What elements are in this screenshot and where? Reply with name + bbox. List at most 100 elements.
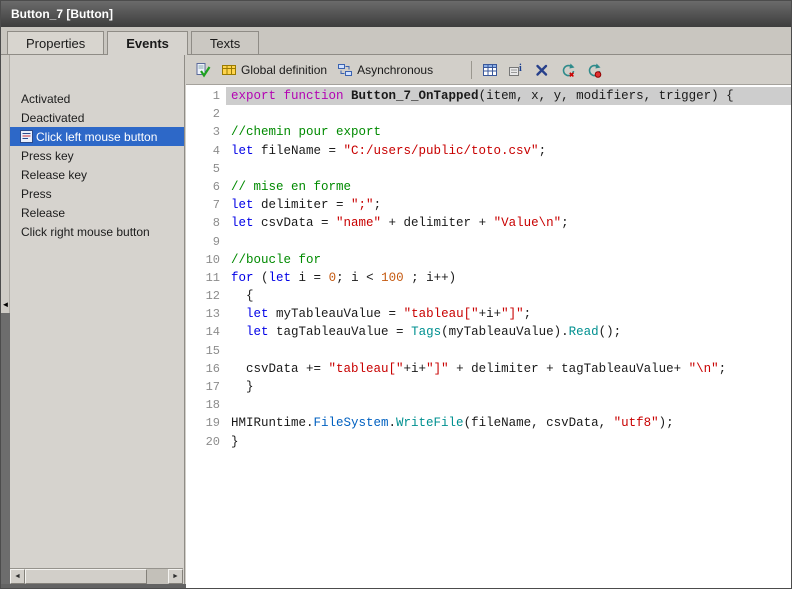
code-line-13[interactable]: 13 let myTableauValue = "tableau["+i+"]"… [186, 305, 791, 323]
line-number: 17 [186, 378, 226, 396]
insert-instruction-icon: i [508, 62, 524, 78]
global-definition-icon [221, 62, 237, 78]
code-text: // mise en forme [226, 178, 791, 196]
global-definition-label: Global definition [241, 63, 327, 77]
content-area: ◄ Activated Deactivated Click left mouse b… [1, 55, 791, 588]
scrollbar-thumb[interactable] [25, 569, 147, 584]
asynchronous-button[interactable]: Asynchronous [333, 60, 437, 80]
event-item-label: Deactivated [21, 111, 84, 125]
scrollbar-track[interactable] [147, 569, 168, 584]
pane-collapse-strip: ◄ [1, 55, 10, 588]
synchronize-icon [586, 62, 602, 78]
code-line-20[interactable]: 20} [186, 433, 791, 451]
code-line-16[interactable]: 16 csvData += "tableau["+i+"]" + delimit… [186, 360, 791, 378]
code-text [226, 396, 791, 414]
code-line-19[interactable]: 19HMIRuntime.FileSystem.WriteFile(fileNa… [186, 414, 791, 432]
code-line-17[interactable]: 17 } [186, 378, 791, 396]
code-line-15[interactable]: 15 [186, 342, 791, 360]
insert-table-button[interactable] [478, 60, 502, 80]
scroll-left-button[interactable]: ◄ [10, 569, 25, 584]
code-line-12[interactable]: 12 { [186, 287, 791, 305]
code-text: for (let i = 0; i < 100 ; i++) [226, 269, 791, 287]
tab-events[interactable]: Events [107, 31, 188, 55]
window-title: Button_7 [Button] [11, 7, 113, 21]
scroll-right-button[interactable]: ► [168, 569, 183, 584]
line-number: 7 [186, 196, 226, 214]
code-text: let delimiter = ";"; [226, 196, 791, 214]
code-line-10[interactable]: 10//boucle for [186, 251, 791, 269]
event-item-label: Click left mouse button [36, 130, 157, 144]
event-item-label: Press [21, 187, 52, 201]
line-number: 12 [186, 287, 226, 305]
event-item-click-left-mouse-button[interactable]: Click left mouse button [10, 127, 184, 146]
code-text: HMIRuntime.FileSystem.WriteFile(fileName… [226, 414, 791, 432]
line-number: 9 [186, 233, 226, 251]
asynchronous-icon [337, 62, 353, 78]
code-line-6[interactable]: 6// mise en forme [186, 178, 791, 196]
tab-texts[interactable]: Texts [191, 31, 259, 54]
code-line-1[interactable]: 1export function Button_7_OnTapped(item,… [186, 87, 791, 105]
line-number: 5 [186, 160, 226, 178]
code-line-9[interactable]: 9 [186, 233, 791, 251]
event-item-release[interactable]: Release [10, 203, 184, 222]
event-item-label: Press key [21, 149, 74, 163]
event-item-press[interactable]: Press [10, 184, 184, 203]
code-text: let tagTableauValue = Tags(myTableauValu… [226, 323, 791, 341]
line-number: 18 [186, 396, 226, 414]
line-number: 10 [186, 251, 226, 269]
code-text: } [226, 378, 791, 396]
event-item-release-key[interactable]: Release key [10, 165, 184, 184]
line-number: 14 [186, 323, 226, 341]
line-number: 15 [186, 342, 226, 360]
horizontal-scrollbar[interactable]: ◄ ► [10, 568, 183, 584]
line-number: 8 [186, 214, 226, 232]
line-number: 6 [186, 178, 226, 196]
inspector-window: Button_7 [Button] Properties Events Text… [0, 0, 792, 589]
code-line-18[interactable]: 18 [186, 396, 791, 414]
line-number: 11 [186, 269, 226, 287]
code-line-4[interactable]: 4let fileName = "C:/users/public/toto.cs… [186, 142, 791, 160]
event-item-click-right-mouse-button[interactable]: Click right mouse button [10, 222, 184, 241]
code-text: export function Button_7_OnTapped(item, … [226, 87, 791, 105]
code-line-7[interactable]: 7let delimiter = ";"; [186, 196, 791, 214]
code-text [226, 160, 791, 178]
event-item-deactivated[interactable]: Deactivated [10, 108, 184, 127]
line-number: 19 [186, 414, 226, 432]
svg-text:i: i [519, 63, 522, 74]
code-editor[interactable]: 1export function Button_7_OnTapped(item,… [186, 85, 791, 588]
discard-changes-button[interactable] [556, 60, 580, 80]
script-toolbar: Global definition Asynchronous [186, 55, 791, 85]
global-definition-button[interactable]: Global definition [217, 60, 331, 80]
validate-script-button[interactable] [191, 60, 215, 80]
synchronize-button[interactable] [582, 60, 606, 80]
event-item-label: Release [21, 206, 65, 220]
event-item-label: Click right mouse button [21, 225, 150, 239]
event-item-press-key[interactable]: Press key [10, 146, 184, 165]
code-line-5[interactable]: 5 [186, 160, 791, 178]
asynchronous-label: Asynchronous [357, 63, 433, 77]
collapse-arrow-icon[interactable]: ◄ [1, 298, 10, 311]
tab-properties[interactable]: Properties [7, 31, 104, 54]
code-line-11[interactable]: 11for (let i = 0; i < 100 ; i++) [186, 269, 791, 287]
validate-script-icon [195, 62, 211, 78]
delete-button[interactable] [530, 60, 554, 80]
code-text: let myTableauValue = "tableau["+i+"]"; [226, 305, 791, 323]
code-line-14[interactable]: 14 let tagTableauValue = Tags(myTableauV… [186, 323, 791, 341]
event-item-activated[interactable]: Activated [10, 89, 184, 108]
code-line-2[interactable]: 2 [186, 105, 791, 123]
code-text: csvData += "tableau["+i+"]" + delimiter … [226, 360, 791, 378]
collapse-strip-dark[interactable] [1, 313, 10, 585]
code-text [226, 233, 791, 251]
insert-instruction-button[interactable]: i [504, 60, 528, 80]
line-number: 2 [186, 105, 226, 123]
code-text: { [226, 287, 791, 305]
line-number: 13 [186, 305, 226, 323]
event-item-label: Release key [21, 168, 87, 182]
title-bar: Button_7 [Button] [1, 1, 791, 27]
code-line-8[interactable]: 8let csvData = "name" + delimiter + "Val… [186, 214, 791, 232]
code-text [226, 105, 791, 123]
line-number: 20 [186, 433, 226, 451]
code-line-3[interactable]: 3//chemin pour export [186, 123, 791, 141]
toolbar-separator [471, 61, 472, 79]
events-panel: Activated Deactivated Click left mouse but… [10, 55, 185, 588]
